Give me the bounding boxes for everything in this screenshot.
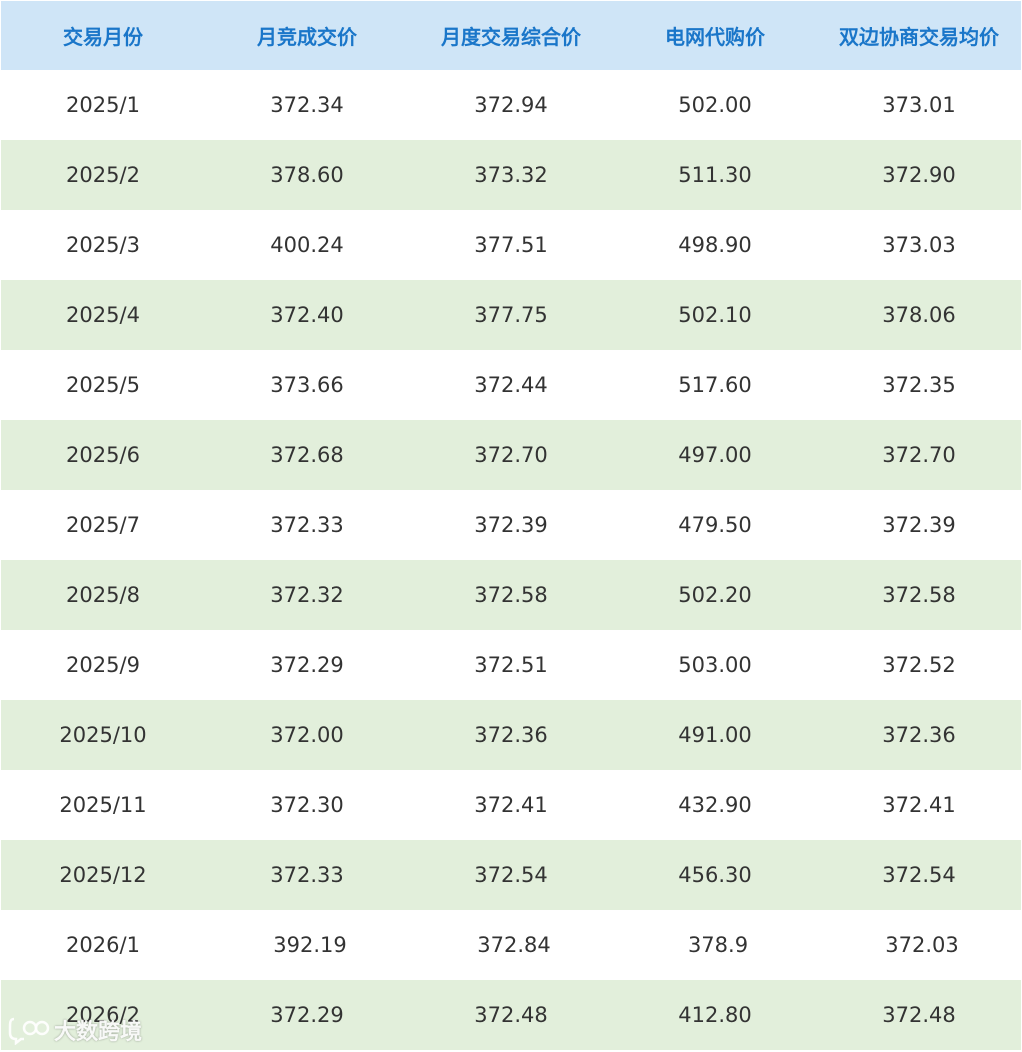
cell-bilateral-price: 372.52	[882, 653, 956, 677]
cell-month: 2025/10	[59, 723, 147, 747]
cell-grid-price: 456.30	[678, 863, 752, 887]
cell-auction-price: 372.40	[270, 303, 344, 327]
watermark-text: 大数跨境	[54, 1020, 143, 1045]
cell-grid-price: 502.10	[678, 303, 752, 327]
cell-bilateral-price: 372.90	[882, 163, 956, 187]
table-row: 2025/12 372.33 372.54 456.30 372.54	[1, 840, 1021, 910]
cell-month: 2025/12	[59, 863, 147, 887]
table-row: 2025/8 372.32 372.58 502.20 372.58	[1, 560, 1021, 630]
cell-grid-price: 432.90	[678, 793, 752, 817]
cell-grid-price: 378.9	[687, 933, 749, 957]
cell-month: 2025/5	[66, 373, 140, 397]
cell-grid-price: 479.50	[678, 513, 752, 537]
cell-grid-price: 503.00	[678, 653, 752, 677]
table-row: 2025/4 372.40 377.75 502.10 378.06	[1, 280, 1021, 350]
cell-bilateral-price: 372.36	[882, 723, 956, 747]
price-table: 交易月份 月竞成交价 月度交易综合价 电网代购价 双边协商交易均价 2025/1…	[1, 1, 1021, 1050]
cell-composite-price: 373.32	[474, 163, 548, 187]
cell-auction-price: 372.29	[270, 653, 344, 677]
cell-composite-price: 377.75	[474, 303, 548, 327]
table-row: 2026/2 372.29 372.48 412.80 372.48	[1, 980, 1021, 1050]
cell-month: 2026/1	[66, 933, 140, 957]
cell-auction-price: 372.68	[270, 443, 344, 467]
cell-grid-price: 412.80	[678, 1003, 752, 1027]
cell-bilateral-price: 372.39	[882, 513, 956, 537]
header-monthly-composite-price: 月度交易综合价	[409, 1, 613, 70]
cell-month: 2025/4	[66, 303, 140, 327]
cell-auction-price: 372.34	[270, 93, 344, 117]
table-row: 2025/11 372.30 372.41 432.90 372.41	[1, 770, 1021, 840]
cell-month: 2025/1	[66, 93, 140, 117]
table-row: 2025/5 373.66 372.44 517.60 372.35	[1, 350, 1021, 420]
cell-auction-price: 373.66	[270, 373, 344, 397]
cell-composite-price: 372.41	[474, 793, 548, 817]
cell-bilateral-price: 372.48	[882, 1003, 956, 1027]
cell-grid-price: 502.00	[678, 93, 752, 117]
cell-auction-price: 372.29	[270, 1003, 344, 1027]
cell-bilateral-price: 378.06	[882, 303, 956, 327]
cell-bilateral-price: 372.58	[882, 583, 956, 607]
cell-grid-price: 511.30	[678, 163, 752, 187]
cell-composite-price: 372.39	[474, 513, 548, 537]
cell-grid-price: 502.20	[678, 583, 752, 607]
table-row: 2025/1 372.34 372.94 502.00 373.01	[1, 70, 1021, 140]
cell-auction-price: 392.19	[273, 933, 347, 957]
cell-month: 2025/9	[66, 653, 140, 677]
table-row: 2025/10 372.00 372.36 491.00 372.36	[1, 700, 1021, 770]
cell-composite-price: 372.84	[477, 933, 551, 957]
cell-composite-price: 372.48	[474, 1003, 548, 1027]
cell-composite-price: 372.70	[474, 443, 548, 467]
cell-composite-price: 372.36	[474, 723, 548, 747]
cell-month: 2025/6	[66, 443, 140, 467]
table-header-row: 交易月份 月竞成交价 月度交易综合价 电网代购价 双边协商交易均价	[1, 1, 1021, 70]
cell-bilateral-price: 373.03	[882, 233, 956, 257]
table-row: 2025/2 378.60 373.32 511.30 372.90	[1, 140, 1021, 210]
cell-auction-price: 372.33	[270, 863, 344, 887]
cell-grid-price: 497.00	[678, 443, 752, 467]
table-row: 2025/9 372.29 372.51 503.00 372.52	[1, 630, 1021, 700]
cell-auction-price: 378.60	[270, 163, 344, 187]
cell-bilateral-price: 372.03	[885, 933, 959, 957]
cell-bilateral-price: 372.54	[882, 863, 956, 887]
cell-month: 2025/2	[66, 163, 140, 187]
cell-month: 2025/3	[66, 233, 140, 257]
cell-composite-price: 372.94	[474, 93, 548, 117]
cell-month: 2025/11	[59, 793, 147, 817]
cell-grid-price: 517.60	[678, 373, 752, 397]
table-row: 2026/1 392.19 372.84 378.9 372.03	[1, 910, 1021, 980]
cell-bilateral-price: 373.01	[882, 93, 956, 117]
header-monthly-auction-price: 月竞成交价	[205, 1, 409, 70]
cell-bilateral-price: 372.70	[882, 443, 956, 467]
cell-composite-price: 372.54	[474, 863, 548, 887]
table-row: 2025/7 372.33 372.39 479.50 372.39	[1, 490, 1021, 560]
table-row: 2025/3 400.24 377.51 498.90 373.03	[1, 210, 1021, 280]
cell-month: 2025/8	[66, 583, 140, 607]
cell-auction-price: 400.24	[270, 233, 344, 257]
cell-grid-price: 491.00	[678, 723, 752, 747]
cell-composite-price: 372.58	[474, 583, 548, 607]
cell-auction-price: 372.33	[270, 513, 344, 537]
cell-composite-price: 372.44	[474, 373, 548, 397]
cell-bilateral-price: 372.41	[882, 793, 956, 817]
chat-bubble-logo-icon	[8, 1017, 50, 1045]
header-trade-month: 交易月份	[1, 1, 205, 70]
cell-month: 2025/7	[66, 513, 140, 537]
cell-grid-price: 498.90	[678, 233, 752, 257]
header-bilateral-average-price: 双边协商交易均价	[817, 1, 1021, 70]
cell-composite-price: 372.51	[474, 653, 548, 677]
table-row: 2025/6 372.68 372.70 497.00 372.70	[1, 420, 1021, 490]
cell-auction-price: 372.30	[270, 793, 344, 817]
cell-bilateral-price: 372.35	[882, 373, 956, 397]
header-grid-agency-price: 电网代购价	[613, 1, 817, 70]
watermark: 大数跨境	[8, 1014, 142, 1046]
cell-auction-price: 372.32	[270, 583, 344, 607]
cell-composite-price: 377.51	[474, 233, 548, 257]
cell-auction-price: 372.00	[270, 723, 344, 747]
